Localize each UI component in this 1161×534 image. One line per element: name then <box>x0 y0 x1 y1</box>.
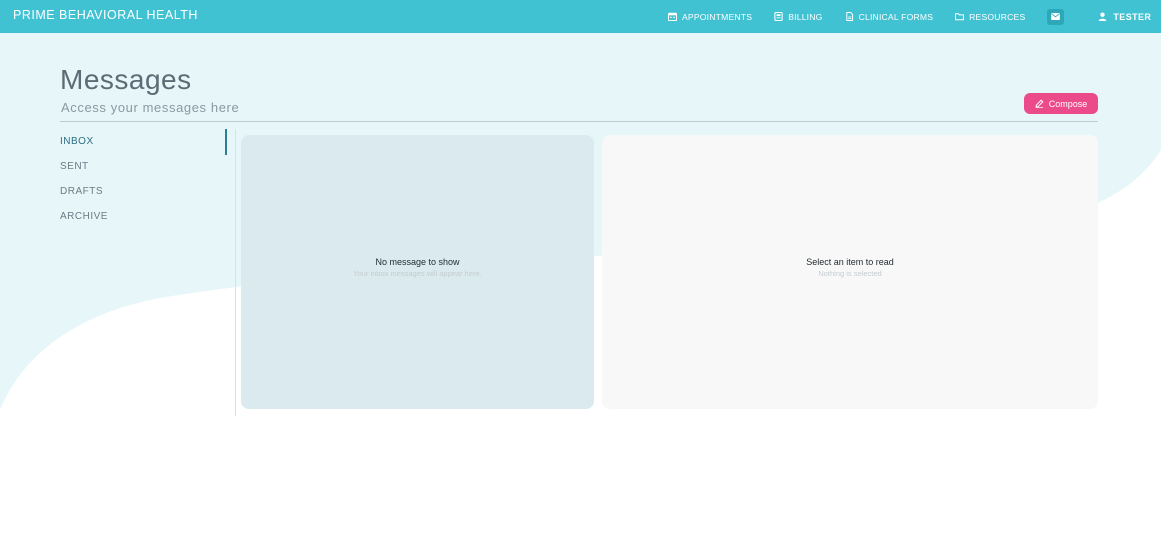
nav-billing[interactable]: BILLING <box>774 12 822 22</box>
list-empty-title: No message to show <box>375 256 460 267</box>
folder-archive[interactable]: ARCHIVE <box>60 204 230 229</box>
brand-name[interactable]: PRIME BEHAVIORAL HEALTH <box>13 8 198 22</box>
page-subtitle: Access your messages here <box>61 100 240 115</box>
sidebar-divider <box>235 129 236 416</box>
document-icon <box>845 12 853 21</box>
compose-label: Compose <box>1048 98 1088 109</box>
nav-appointments[interactable]: APPOINTMENTS <box>668 12 752 22</box>
main-nav: APPOINTMENTS BILLING CLINICAL FORMS RESO… <box>668 0 1161 33</box>
active-folder-indicator <box>225 129 227 155</box>
nav-resources[interactable]: RESOURCES <box>955 12 1025 22</box>
folder-archive-label: ARCHIVE <box>60 211 108 222</box>
folder-inbox-label: INBOX <box>60 136 94 147</box>
folder-sent[interactable]: SENT <box>60 154 230 179</box>
reader-empty-hint: Nothing is selected <box>818 268 882 278</box>
mail-icon <box>1051 13 1061 20</box>
list-empty-hint: Your inbox messages will appear here. <box>353 268 482 278</box>
message-list-panel[interactable]: No message to show Your inbox messages w… <box>241 135 594 409</box>
folder-sent-label: SENT <box>60 161 89 172</box>
user-name: TESTER <box>1113 11 1152 22</box>
header-divider <box>60 121 1098 122</box>
billing-icon <box>774 12 783 21</box>
calendar-icon <box>668 12 677 21</box>
top-navigation-bar: PRIME BEHAVIORAL HEALTH APPOINTMENTS BIL… <box>0 0 1161 33</box>
pencil-icon <box>1035 99 1044 108</box>
nav-clinical-forms[interactable]: CLINICAL FORMS <box>845 12 934 22</box>
user-menu[interactable]: TESTER <box>1098 12 1151 22</box>
folder-inbox[interactable]: INBOX <box>60 129 230 154</box>
compose-button[interactable]: Compose <box>1024 93 1098 114</box>
reader-empty-title: Select an item to read <box>806 256 894 267</box>
nav-appointments-label: APPOINTMENTS <box>682 11 753 22</box>
folder-drafts[interactable]: DRAFTS <box>60 179 230 204</box>
folder-icon <box>955 13 965 21</box>
folder-drafts-label: DRAFTS <box>60 186 103 197</box>
nav-clinical-forms-label: CLINICAL FORMS <box>858 11 934 22</box>
user-icon <box>1099 12 1107 21</box>
nav-billing-label: BILLING <box>788 11 823 22</box>
messages-button[interactable] <box>1047 8 1065 25</box>
nav-resources-label: RESOURCES <box>969 11 1026 22</box>
message-reading-panel: Select an item to read Nothing is select… <box>602 135 1098 409</box>
message-folders: INBOX SENT DRAFTS ARCHIVE <box>60 129 230 229</box>
page-title: Messages <box>60 64 192 95</box>
